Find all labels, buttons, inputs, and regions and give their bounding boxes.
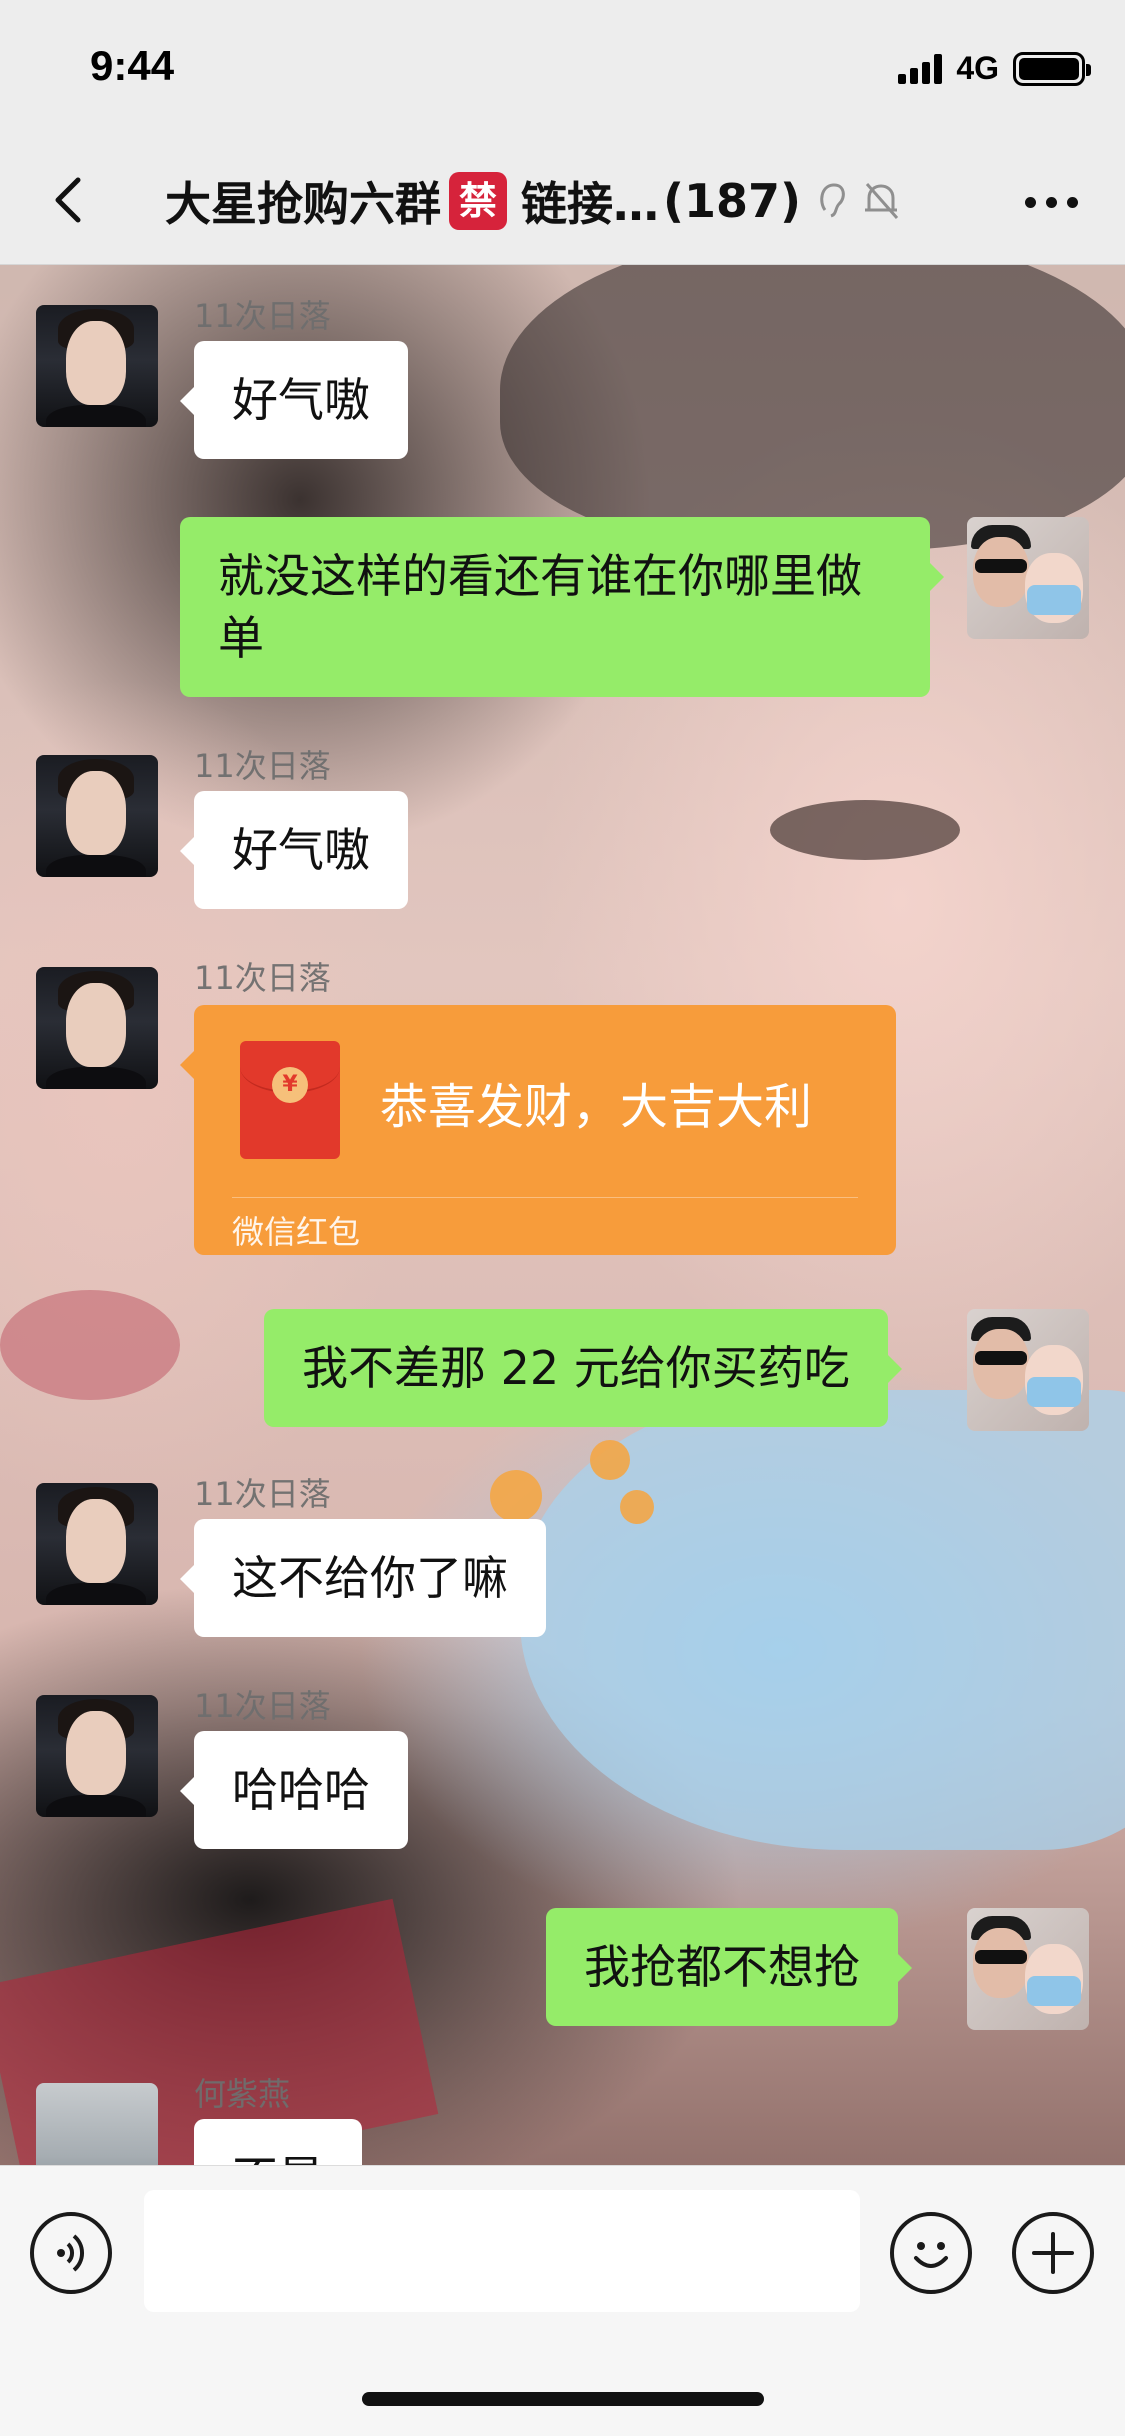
sender-name: 11次日落 [194,747,331,785]
status-time: 9:44 [90,42,175,89]
avatar[interactable] [36,305,158,427]
network-type: 4G [956,50,999,86]
red-envelope-icon: ¥ [240,1041,340,1159]
message-bubble[interactable]: 好气嗷 [180,791,408,909]
sender-name: 11次日落 [194,1475,331,1513]
chevron-left-icon [55,177,81,223]
avatar[interactable] [967,1309,1089,1431]
chat-header: 大星抢购六群 禁 链接… (187) [0,140,1125,265]
signal-icon [898,53,943,84]
mute-bell-icon [865,183,899,219]
member-count: (187) [663,174,802,228]
message-bubble[interactable]: 哈哈哈 [180,1731,408,1849]
home-indicator[interactable] [362,2392,764,2406]
message-bubble[interactable]: 这不给你了嘛 [180,1519,546,1637]
back-button[interactable] [40,170,100,230]
avatar[interactable] [967,1908,1089,2030]
avatar[interactable] [36,2083,158,2165]
red-packet-card[interactable]: ¥ 恭喜发财，大吉大利 微信红包 [180,1005,896,1255]
message-bubble[interactable]: 我抢都不想抢 [546,1908,912,2026]
avatar[interactable] [36,755,158,877]
plus-icon [1032,2232,1074,2274]
group-name: 大星抢购六群 [165,177,441,231]
avatar[interactable] [36,1483,158,1605]
battery-icon [1013,51,1091,86]
sender-name: 何紫燕 [194,2075,291,2113]
forbidden-badge: 禁 [449,172,507,230]
message-bubble[interactable]: 好气嗷 [180,341,408,459]
status-bar: 9:44 4G [0,0,1125,140]
message-bubble[interactable]: 就没这样的看还有谁在你哪里做单 [180,517,944,697]
message-bubble[interactable]: 我不差那 22 元给你买药吃 [264,1309,902,1427]
avatar[interactable] [36,1695,158,1817]
sender-name: 11次日落 [194,959,331,997]
sender-name: 11次日落 [194,297,331,335]
avatar[interactable] [36,967,158,1089]
group-name-suffix: 链接… [521,177,659,231]
emoji-icon [914,2242,948,2268]
voice-button[interactable] [30,2212,112,2294]
more-dots-icon [1025,196,1036,208]
sender-name: 11次日落 [194,1687,331,1725]
message-list[interactable]: 11次日落 好气嗷 就没这样的看还有谁在你哪里做单 11次日落 好气嗷 11次日… [0,265,1125,2165]
more-options-button[interactable] [1025,182,1085,222]
red-packet-divider [232,1197,858,1198]
message-input[interactable] [144,2190,860,2312]
red-packet-title: 恭喜发财，大吉大利 [380,1079,813,1135]
red-packet-label: 微信红包 [232,1213,361,1251]
emoji-button[interactable] [890,2212,972,2294]
voice-icon [57,2234,85,2272]
ear-icon [820,183,845,218]
message-bubble[interactable]: 不是 [194,2119,362,2165]
more-functions-button[interactable] [1012,2212,1094,2294]
chat-title[interactable]: 大星抢购六群 禁 链接… (187) [165,168,901,234]
avatar[interactable] [967,517,1089,639]
